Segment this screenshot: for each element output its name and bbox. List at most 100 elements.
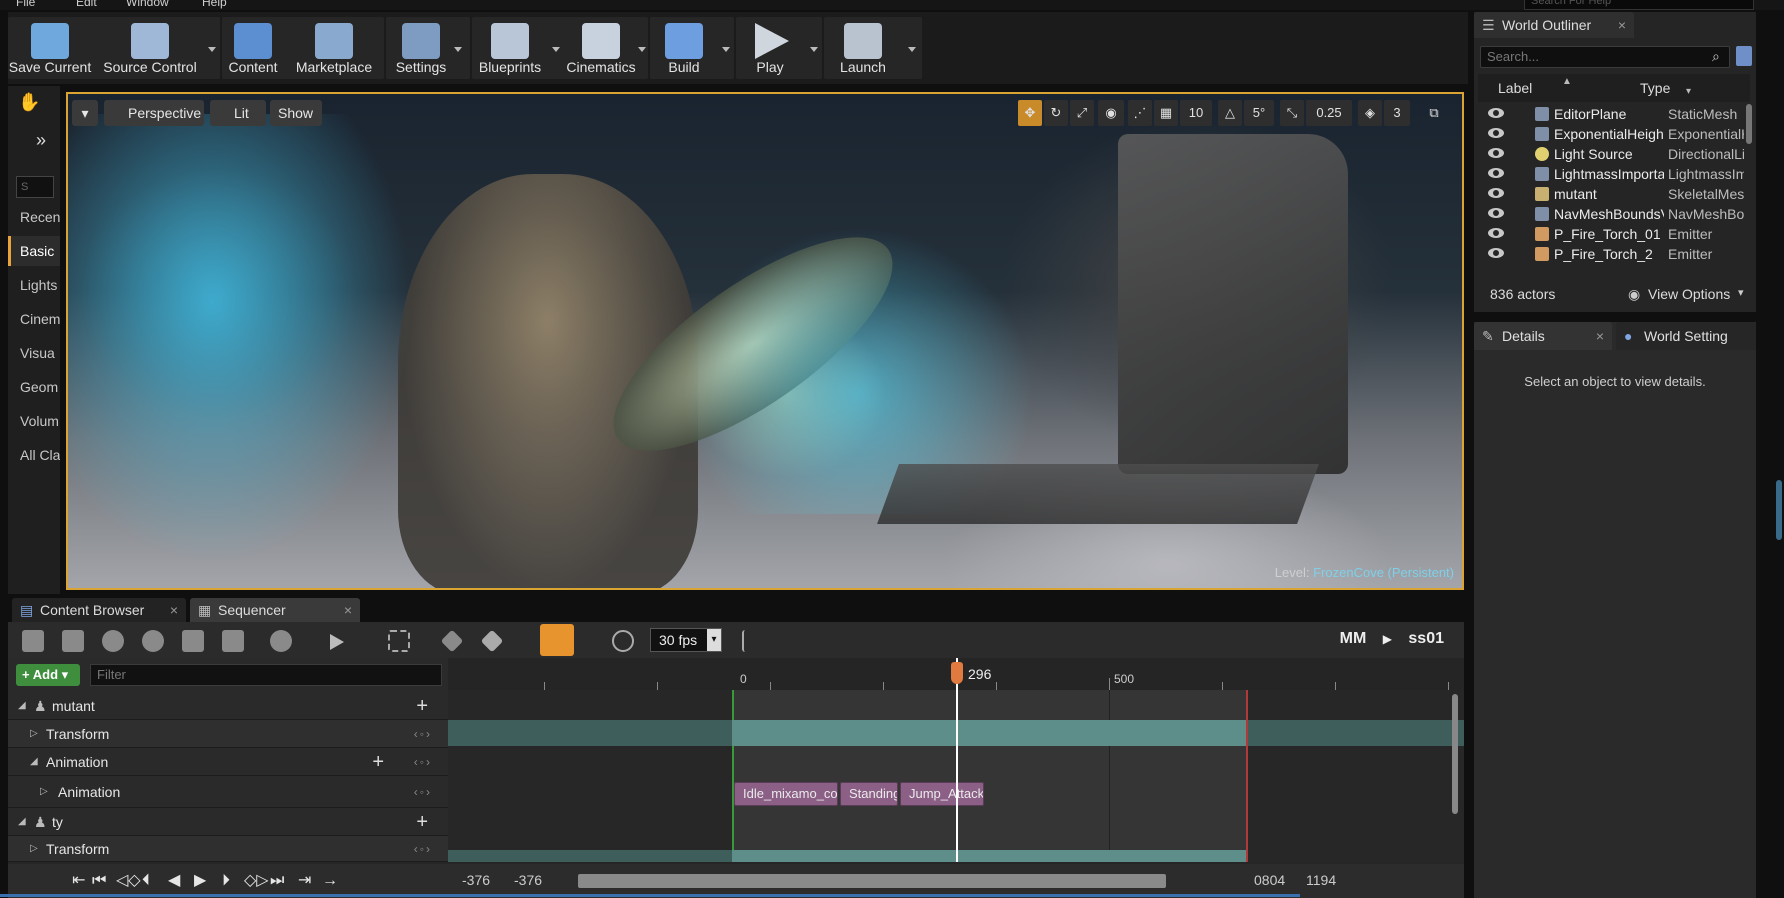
mode-basic[interactable]: Basic (8, 236, 60, 266)
key-navigation-controls[interactable]: ‹◦› (414, 748, 432, 776)
chevron-down-icon[interactable] (908, 47, 916, 52)
play-button[interactable]: Play (736, 17, 804, 79)
surface-snap-icon[interactable]: ⋰ (1128, 100, 1152, 126)
mode-recent[interactable]: Recen (8, 202, 60, 232)
play-forward-icon[interactable]: ▶ (194, 864, 206, 898)
world-settings-tab[interactable]: ● World Setting (1616, 322, 1756, 350)
search-icon[interactable] (142, 630, 164, 652)
snap-magnet-icon[interactable] (540, 624, 574, 656)
collapse-triangle-icon[interactable]: ◢ (18, 692, 26, 720)
content-button[interactable]: Content (222, 17, 284, 79)
perspective-button[interactable]: Perspective (104, 100, 204, 126)
key-navigation-controls[interactable]: ‹◦› (414, 836, 432, 862)
rotation-snap-icon[interactable]: △ (1218, 100, 1242, 126)
grid-size-value[interactable]: 10 (1180, 100, 1212, 126)
show-button[interactable]: Show (270, 100, 322, 126)
play-icon[interactable] (330, 634, 344, 650)
working-range-end[interactable]: 1194 (1306, 872, 1336, 888)
expand-triangle-icon[interactable]: ▷ (30, 720, 38, 748)
build-button[interactable]: Build (650, 17, 718, 79)
chevron-down-icon[interactable] (454, 47, 462, 52)
breadcrumb-current[interactable]: ss01 (1408, 630, 1444, 647)
track-row[interactable]: ◢ Animation + ‹◦› (8, 748, 448, 776)
track-row[interactable]: ◢ ♟ mutant + (8, 692, 448, 720)
close-icon[interactable]: × (1596, 322, 1604, 350)
eye-icon[interactable] (1488, 228, 1504, 238)
next-key-icon[interactable]: ⏭ (270, 864, 284, 898)
outliner-row[interactable]: Light Source DirectionalLight (1478, 144, 1744, 164)
mode-all-classes[interactable]: All Cla (8, 440, 60, 470)
menu-edit[interactable]: Edit (76, 0, 97, 9)
animation-section[interactable]: Jump_Attack_ (900, 782, 984, 806)
start-range-marker[interactable] (732, 690, 734, 862)
expand-chevron-icon[interactable]: » (36, 130, 46, 151)
add-icon[interactable]: + (372, 748, 384, 776)
outliner-row[interactable]: P_Fire_Torch_01 Emitter (1478, 224, 1744, 244)
chevron-down-icon[interactable] (810, 47, 818, 52)
world-local-icon[interactable]: ◉ (1098, 100, 1124, 126)
add-icon[interactable]: + (416, 692, 428, 720)
step-back-icon[interactable]: ◁◇ (116, 864, 141, 898)
label-column-header[interactable]: Label (1498, 80, 1532, 96)
cinematics-button[interactable]: Cinematics (562, 17, 640, 79)
mode-lights[interactable]: Lights (8, 270, 60, 300)
playhead-handle[interactable] (951, 662, 963, 684)
save-icon[interactable] (22, 630, 44, 652)
eye-icon[interactable] (270, 630, 292, 652)
mode-cinematic[interactable]: Cinem (8, 304, 60, 334)
camera-icon[interactable] (182, 630, 204, 652)
track-filter-input[interactable]: Filter (90, 664, 442, 686)
translate-tool-icon[interactable]: ✥ (1018, 100, 1042, 126)
type-options-chevron-icon[interactable]: ▾ (1686, 86, 1691, 97)
track-row[interactable]: ▷ Transform ‹◦› (8, 836, 448, 862)
outliner-row[interactable]: EditorPlane StaticMesh (1478, 104, 1744, 124)
track-row[interactable]: ▷ Transform ‹◦› (8, 720, 448, 748)
edge-collapse-handle[interactable] (1776, 480, 1782, 540)
collapse-triangle-icon[interactable]: ◢ (18, 808, 26, 836)
add-icon[interactable]: + (416, 808, 428, 836)
sequencer-tab[interactable]: ▦ Sequencer × (190, 598, 360, 622)
key-navigation-controls[interactable]: ‹◦› (414, 720, 432, 748)
transform-track-bar[interactable] (732, 850, 1246, 862)
step-frame-back-icon[interactable]: ⏴ (142, 864, 150, 898)
timeline-scrollbar-thumb[interactable] (578, 874, 1166, 888)
lit-button[interactable]: Lit (210, 100, 266, 126)
expand-triangle-icon[interactable]: ▷ (30, 836, 38, 862)
mode-geometry[interactable]: Geom (8, 372, 60, 402)
playback-range-icon[interactable] (742, 630, 764, 652)
outliner-row[interactable]: P_Fire_Torch_2 Emitter (1478, 244, 1744, 264)
launch-button[interactable]: Launch (824, 17, 902, 79)
camera-speed-value[interactable]: 3 (1384, 100, 1410, 126)
grid-snap-icon[interactable]: ▦ (1154, 100, 1178, 126)
content-browser-tab[interactable]: ▤ Content Browser × (12, 598, 186, 622)
details-tab[interactable]: ✎ Details × (1474, 322, 1612, 350)
source-control-button[interactable]: Source Control (94, 17, 206, 79)
expand-triangle-icon[interactable]: ▷ (40, 776, 48, 808)
transform-key-icon[interactable] (480, 629, 504, 653)
eye-icon[interactable] (1488, 188, 1504, 198)
fps-dropdown[interactable]: 30 fps ▾ (650, 628, 722, 652)
jump-to-start-icon[interactable]: ⇤ (72, 864, 85, 898)
eye-icon[interactable] (1488, 108, 1504, 118)
view-range-start[interactable]: -376 (462, 872, 490, 888)
mode-volumes[interactable]: Volum (8, 406, 60, 436)
clapper-icon[interactable] (222, 630, 244, 652)
outliner-row[interactable]: mutant SkeletalMeshActor (1478, 184, 1744, 204)
step-forward-icon[interactable]: ◇▷ (244, 864, 269, 898)
blueprints-button[interactable]: Blueprints (472, 17, 548, 79)
menu-window[interactable]: Window (126, 0, 169, 9)
save-current-button[interactable]: Save Current (8, 17, 92, 79)
eye-icon[interactable] (1488, 128, 1504, 138)
chevron-down-icon[interactable] (638, 47, 646, 52)
close-icon[interactable]: × (170, 598, 178, 622)
marketplace-button[interactable]: Marketplace (284, 17, 384, 79)
eye-icon[interactable] (1488, 148, 1504, 158)
eye-icon[interactable] (1488, 208, 1504, 218)
animation-section[interactable]: Idle_mixamo_com (734, 782, 838, 806)
clock-icon[interactable] (612, 630, 634, 652)
view-options-button[interactable]: View Options (1648, 286, 1730, 302)
outliner-scrollbar[interactable] (1746, 104, 1752, 144)
chevron-down-icon[interactable]: ▾ (1738, 286, 1744, 299)
close-icon[interactable]: × (344, 598, 352, 622)
rotation-snap-value[interactable]: 5° (1244, 100, 1274, 126)
